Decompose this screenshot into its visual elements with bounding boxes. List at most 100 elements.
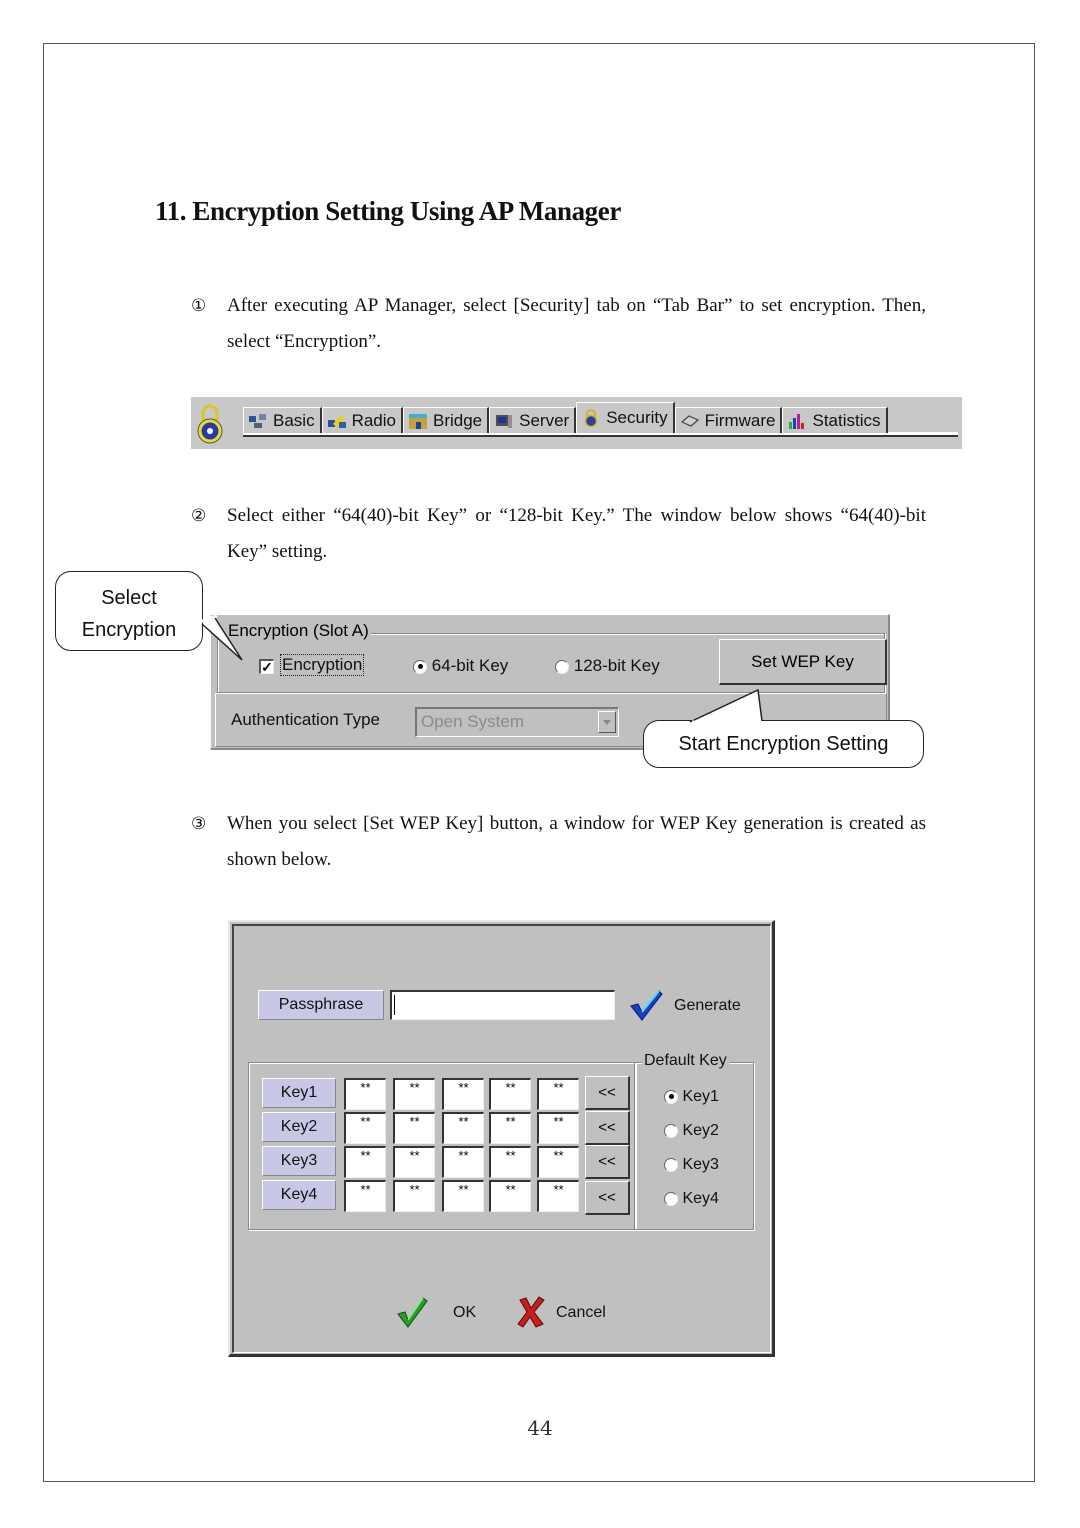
key1-byte4-input[interactable]: **	[489, 1078, 531, 1110]
tab-label: Server	[519, 410, 570, 430]
tab-label: Basic	[273, 410, 315, 430]
key1-byte5-input[interactable]: **	[537, 1078, 579, 1110]
wep-key-dialog: Passphrase Generate Default Key Key1 ** …	[228, 920, 775, 1357]
step-marker: ①	[191, 296, 207, 316]
padlock-icon	[197, 404, 223, 444]
key3-byte2-input[interactable]: **	[393, 1146, 435, 1178]
cancel-x-icon[interactable]	[516, 1296, 546, 1328]
generate-button[interactable]: Generate	[674, 997, 741, 1015]
tab-statistics[interactable]: Statistics	[782, 407, 888, 433]
step-text: Select either “64(40)-bit Key” or “128-b…	[227, 505, 926, 562]
key2-byte4-input[interactable]: **	[489, 1112, 531, 1144]
radio-128-bit[interactable]: 128-bit Key	[555, 656, 660, 676]
step-marker: ③	[191, 814, 207, 834]
radio-64-bit-label: 64-bit Key	[431, 656, 509, 675]
tab-firmware[interactable]: Firmware	[674, 407, 783, 433]
key2-byte1-input[interactable]: **	[344, 1112, 386, 1144]
radio-button[interactable]	[664, 1157, 678, 1172]
radio-label: Key4	[682, 1190, 719, 1207]
tab-label: Security	[606, 408, 668, 427]
server-monitor-icon	[496, 414, 513, 428]
tab-label: Statistics	[812, 410, 881, 430]
step-2: ② Select either “64(40)-bit Key” or “128…	[191, 498, 926, 570]
key2-byte5-input[interactable]: **	[537, 1112, 579, 1144]
key4-byte3-input[interactable]: **	[442, 1180, 484, 1212]
bridge-icon	[409, 413, 427, 429]
key4-label: Key4	[262, 1180, 336, 1210]
radio-button[interactable]	[664, 1191, 678, 1206]
ok-check-icon[interactable]	[396, 1296, 428, 1328]
page-title: 11. Encryption Setting Using AP Manager	[155, 196, 621, 226]
tab-list: Basic Radio Bridge Server Security Firmw…	[243, 402, 888, 433]
radio-128-bit-button[interactable]	[555, 659, 569, 674]
network-computers-icon	[249, 413, 266, 428]
auth-type-value: Open System	[421, 712, 524, 731]
encryption-checkbox-label[interactable]: Encryption	[279, 654, 365, 676]
radio-button[interactable]	[664, 1123, 678, 1138]
radio-label: Key1	[682, 1088, 719, 1105]
default-key2-radio[interactable]: Key2	[664, 1122, 719, 1140]
padlock-icon	[584, 409, 598, 427]
key3-byte3-input[interactable]: **	[442, 1146, 484, 1178]
callout-start-encryption: Start Encryption Setting	[643, 720, 924, 768]
callout-select-encryption: Select Encryption	[55, 571, 203, 651]
tab-basic[interactable]: Basic	[243, 407, 322, 433]
step-text: After executing AP Manager, select [Secu…	[227, 295, 926, 352]
key1-label: Key1	[262, 1078, 336, 1108]
bar-chart-icon	[789, 413, 805, 429]
chevron-down-icon[interactable]	[598, 711, 616, 733]
key2-byte3-input[interactable]: **	[442, 1112, 484, 1144]
callout-line: Select	[101, 587, 157, 609]
tab-label: Bridge	[433, 410, 483, 430]
key3-byte4-input[interactable]: **	[489, 1146, 531, 1178]
auth-type-label: Authentication Type	[231, 710, 381, 729]
key4-copy-button[interactable]: <<	[585, 1181, 630, 1215]
tab-label: Firmware	[704, 410, 776, 430]
step-marker: ②	[191, 506, 207, 526]
key1-byte1-input[interactable]: **	[344, 1078, 386, 1110]
radio-button[interactable]	[664, 1089, 678, 1104]
key4-byte5-input[interactable]: **	[537, 1180, 579, 1212]
cancel-button[interactable]: Cancel	[556, 1304, 606, 1322]
key1-byte3-input[interactable]: **	[442, 1078, 484, 1110]
step-1: ① After executing AP Manager, select [Se…	[191, 288, 926, 360]
page-number: 44	[527, 1416, 553, 1440]
key1-byte2-input[interactable]: **	[393, 1078, 435, 1110]
callout-pointer	[198, 614, 243, 661]
callout-line: Encryption	[81, 619, 177, 641]
radio-antenna-icon	[327, 414, 346, 428]
default-key4-radio[interactable]: Key4	[664, 1190, 719, 1208]
passphrase-input[interactable]	[390, 990, 615, 1020]
passphrase-label: Passphrase	[258, 990, 384, 1020]
key3-byte1-input[interactable]: **	[344, 1146, 386, 1178]
key4-byte2-input[interactable]: **	[393, 1180, 435, 1212]
callout-pointer	[689, 688, 763, 724]
radio-64-bit-button[interactable]	[413, 659, 427, 674]
auth-type-select[interactable]: Open System	[415, 707, 619, 737]
tab-bar: Basic Radio Bridge Server Security Firmw…	[191, 397, 962, 449]
set-wep-key-button[interactable]: Set WEP Key	[719, 639, 887, 685]
default-key1-radio[interactable]: Key1	[664, 1088, 719, 1106]
step-3: ③ When you select [Set WEP Key] button, …	[191, 806, 926, 878]
key2-label: Key2	[262, 1112, 336, 1142]
checkmark-icon[interactable]	[628, 988, 664, 1022]
default-key3-radio[interactable]: Key3	[664, 1156, 719, 1174]
tab-bridge[interactable]: Bridge	[403, 407, 490, 433]
radio-128-bit-label: 128-bit Key	[573, 656, 660, 675]
tab-server[interactable]: Server	[489, 407, 577, 433]
key4-byte1-input[interactable]: **	[344, 1180, 386, 1212]
key1-copy-button[interactable]: <<	[585, 1076, 630, 1110]
encryption-checkbox[interactable]: ✓	[259, 659, 274, 674]
chip-icon	[680, 414, 699, 427]
tab-security[interactable]: Security	[576, 402, 675, 433]
radio-label: Key3	[682, 1156, 719, 1173]
step-text: When you select [Set WEP Key] button, a …	[227, 813, 926, 870]
radio-64-bit[interactable]: 64-bit Key	[413, 656, 508, 676]
tab-radio[interactable]: Radio	[321, 407, 403, 433]
key3-copy-button[interactable]: <<	[585, 1145, 630, 1179]
key3-byte5-input[interactable]: **	[537, 1146, 579, 1178]
key2-byte2-input[interactable]: **	[393, 1112, 435, 1144]
key2-copy-button[interactable]: <<	[585, 1111, 630, 1145]
ok-button[interactable]: OK	[453, 1304, 476, 1322]
key4-byte4-input[interactable]: **	[489, 1180, 531, 1212]
